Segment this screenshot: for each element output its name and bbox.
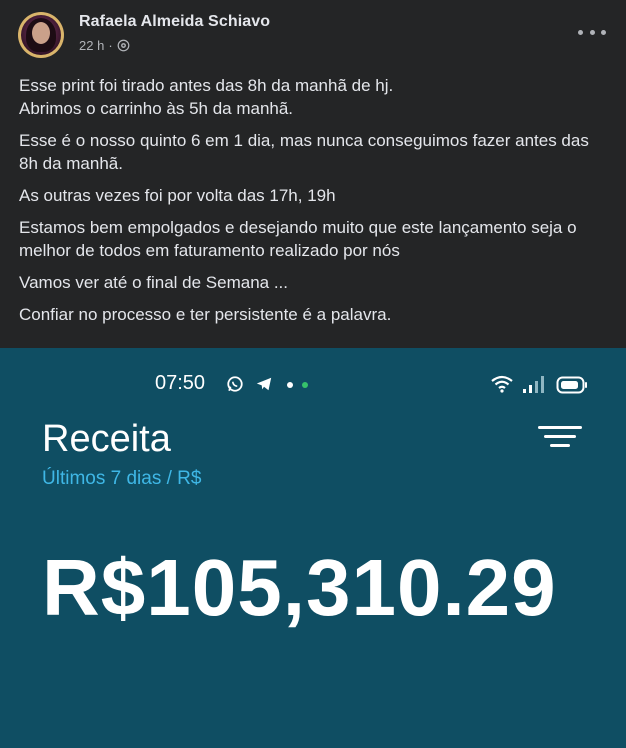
post-meta: 22 h ·	[79, 38, 130, 53]
revenue-title: Receita	[42, 418, 171, 460]
status-dot-green	[302, 382, 308, 388]
revenue-amount: R$105,310.29	[42, 543, 557, 632]
more-options-button[interactable]	[578, 22, 606, 42]
post-paragraph: As outras vezes foi por volta das 17h, 1…	[19, 186, 336, 205]
avatar[interactable]	[18, 12, 64, 58]
notification-dot	[287, 382, 293, 388]
post-paragraph: Confiar no processo e ter persistente é …	[19, 305, 392, 324]
author-name[interactable]: Rafaela Almeida Schiavo	[79, 13, 270, 31]
battery-icon	[556, 376, 587, 394]
wifi-icon	[491, 375, 513, 393]
post-header: Rafaela Almeida Schiavo 22 h ·	[0, 0, 626, 64]
globe-icon[interactable]	[117, 39, 130, 52]
period-subtitle: Últimos 7 dias / R$	[42, 468, 202, 489]
status-time: 07:50	[155, 372, 206, 394]
post-line: Abrimos o carrinho às 5h da manhã.	[19, 99, 294, 118]
post-timestamp[interactable]: 22 h	[79, 38, 104, 53]
post-paragraph: Vamos ver até o final de Semana ...	[19, 273, 288, 292]
post-paragraph: Estamos bem empolgados e desejando muito…	[19, 218, 577, 260]
post-image[interactable]: 07:50 Receita Últimos 7 dias / R$ R$105,…	[0, 348, 626, 748]
phone-status-bar: 07:50	[0, 372, 626, 400]
more-horizontal-icon	[578, 29, 583, 35]
signal-icon	[523, 376, 544, 393]
facebook-post: Rafaela Almeida Schiavo 22 h · Esse prin…	[0, 0, 626, 748]
meta-separator: ·	[108, 38, 113, 53]
whatsapp-icon	[227, 376, 243, 392]
avatar-face	[32, 22, 50, 44]
post-text: Esse print foi tirado antes das 8h da ma…	[19, 74, 611, 335]
telegram-icon	[256, 377, 272, 391]
filter-menu-icon[interactable]	[538, 424, 582, 454]
post-line: Esse print foi tirado antes das 8h da ma…	[19, 76, 394, 95]
post-paragraph: Esse é o nosso quinto 6 em 1 dia, mas nu…	[19, 131, 589, 173]
